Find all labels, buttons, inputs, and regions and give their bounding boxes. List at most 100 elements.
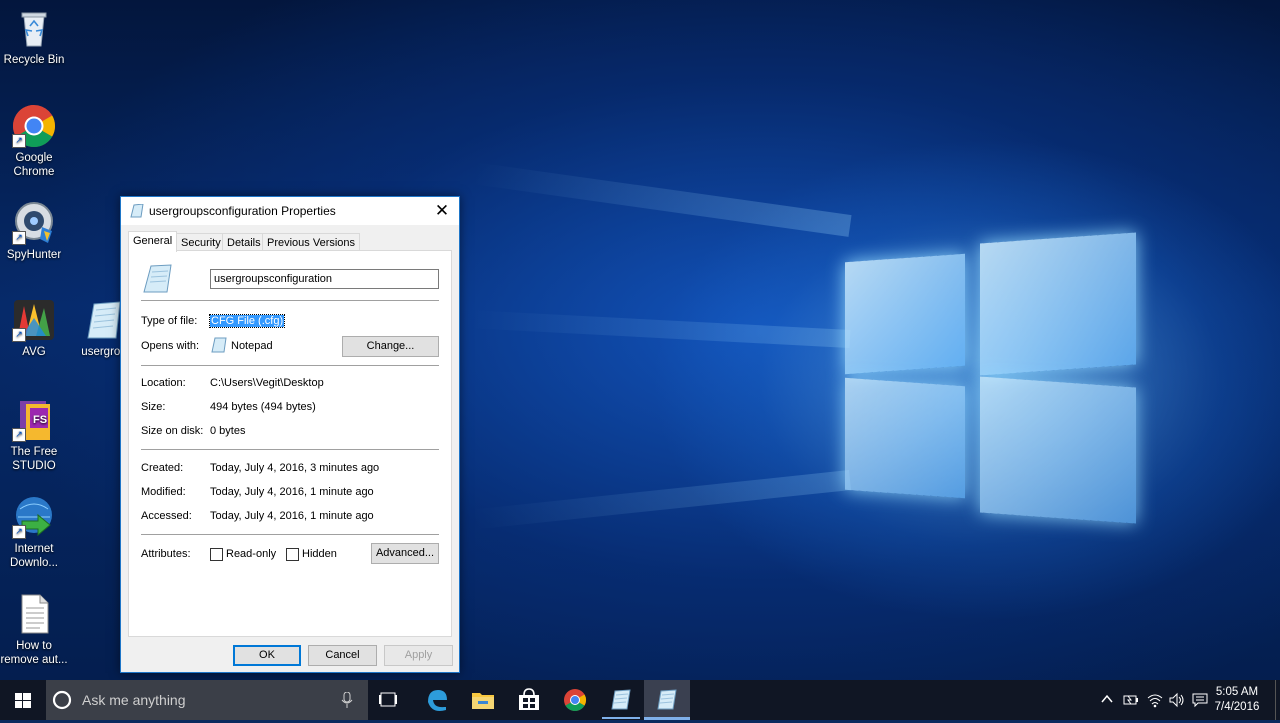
separator: [141, 365, 439, 366]
general-tab-panel: Type of file: CFG File (.cfg) Opens with…: [128, 250, 452, 637]
svg-text:FS: FS: [33, 414, 47, 426]
search-placeholder: Ask me anything: [82, 692, 186, 708]
logo-pane: [980, 232, 1136, 376]
separator: [141, 534, 439, 535]
read-only-checkbox[interactable]: [210, 548, 223, 561]
modified-label: Modified:: [141, 486, 186, 498]
type-of-file-value[interactable]: CFG File (.cfg): [208, 314, 286, 328]
shortcut-arrow-icon: ↗: [12, 525, 26, 539]
location-label: Location:: [141, 377, 186, 389]
taskbar-chrome[interactable]: [552, 680, 598, 720]
logo-pane: [845, 253, 965, 375]
taskbar-properties-window[interactable]: [644, 680, 690, 720]
shortcut-arrow-icon: ↗: [12, 134, 26, 148]
opens-with-value: Notepad: [231, 340, 273, 352]
dialog-titlebar[interactable]: usergroupsconfiguration Properties ✕: [121, 197, 459, 225]
ok-button[interactable]: OK: [233, 645, 301, 666]
hidden-checkbox[interactable]: [286, 548, 299, 561]
desktop-icon-label: SpyHunter: [6, 249, 62, 261]
edge-icon: [428, 690, 447, 711]
file-type-large-icon: [141, 264, 173, 297]
desktop-icon-the-free-studio[interactable]: FS ↗ The Free STUDIO: [0, 398, 68, 473]
wifi-icon[interactable]: [1146, 692, 1164, 711]
file-name-input[interactable]: [210, 269, 439, 289]
free-studio-icon: FS ↗: [12, 398, 56, 442]
battery-icon[interactable]: [1122, 692, 1140, 711]
close-icon: ✕: [434, 201, 450, 220]
start-button[interactable]: [0, 680, 46, 720]
attributes-label: Attributes:: [141, 548, 191, 560]
taskbar-store[interactable]: [506, 680, 552, 720]
desktop-icon-label: The Free STUDIO: [10, 446, 58, 472]
read-only-label[interactable]: Read-only: [226, 548, 276, 560]
advanced-button[interactable]: Advanced...: [371, 543, 439, 564]
taskbar-edge[interactable]: [414, 680, 460, 720]
type-of-file-label: Type of file:: [141, 315, 198, 327]
desktop-icon-spyhunter[interactable]: ↗ SpyHunter: [0, 201, 68, 262]
desktop-icon-avg[interactable]: ↗ AVG: [0, 298, 68, 359]
volume-icon[interactable]: [1168, 692, 1186, 711]
location-value: C:\Users\Vegit\Desktop: [210, 377, 324, 389]
logo-pane: [980, 376, 1136, 524]
desktop-icon-label: Recycle Bin: [3, 54, 65, 66]
taskbar-file-explorer[interactable]: [460, 680, 506, 720]
size-on-disk-label: Size on disk:: [141, 425, 204, 437]
shortcut-arrow-icon: ↗: [12, 231, 26, 245]
desktop-icon-how-to-remove[interactable]: How to remove aut...: [0, 592, 68, 667]
apply-button[interactable]: Apply: [384, 645, 453, 666]
modified-value: Today, July 4, 2016, 1 minute ago: [210, 486, 374, 498]
clock-date: 7/4/2016: [1214, 701, 1260, 713]
separator: [141, 449, 439, 450]
text-document-icon: [12, 592, 56, 636]
notepad-icon: [211, 337, 227, 356]
desktop-icon-label: Google Chrome: [13, 152, 55, 178]
store-icon: [519, 688, 539, 710]
created-value: Today, July 4, 2016, 3 minutes ago: [210, 462, 380, 474]
size-value: 494 bytes (494 bytes): [210, 401, 316, 413]
task-view-icon: [379, 692, 397, 707]
size-label: Size:: [141, 401, 166, 413]
spyhunter-icon: ↗: [12, 201, 56, 245]
dialog-title: usergroupsconfiguration Properties: [149, 204, 336, 218]
desktop-icon-recycle-bin[interactable]: Recycle Bin: [0, 6, 68, 67]
cortana-search-box[interactable]: Ask me anything: [46, 680, 368, 720]
cortana-circle-icon: [52, 690, 72, 710]
shortcut-arrow-icon: ↗: [12, 428, 26, 442]
taskbar-notepad[interactable]: [598, 680, 644, 720]
light-beam: [472, 162, 852, 237]
change-button[interactable]: Change...: [342, 336, 439, 357]
shortcut-arrow-icon: ↗: [12, 328, 26, 342]
taskbar: Ask me anything 5:05 AM 7/4/2016: [0, 680, 1280, 720]
accessed-label: Accessed:: [141, 510, 192, 522]
folder-icon: [472, 693, 494, 709]
size-on-disk-value: 0 bytes: [210, 425, 246, 437]
avg-icon: ↗: [12, 298, 56, 342]
desktop-icon-label: How to remove aut...: [0, 640, 68, 666]
tab-general[interactable]: General: [128, 231, 178, 252]
desktop-icon-google-chrome[interactable]: ↗ Google Chrome: [0, 104, 68, 179]
microphone-icon[interactable]: [341, 692, 353, 709]
close-button[interactable]: ✕: [425, 197, 459, 225]
desktop-icon-label: Internet Downlo...: [10, 543, 58, 569]
clock-time: 5:05 AM: [1215, 686, 1259, 698]
separator: [141, 300, 439, 301]
created-label: Created:: [141, 462, 184, 474]
chevron-up-icon[interactable]: [1100, 692, 1114, 709]
notifications-icon[interactable]: [1192, 692, 1208, 711]
cfg-file-icon: [657, 689, 677, 710]
task-view-button[interactable]: [368, 680, 412, 720]
opens-with-label: Opens with:: [141, 340, 200, 352]
accessed-value: Today, July 4, 2016, 1 minute ago: [210, 510, 374, 522]
idm-icon: ↗: [12, 495, 56, 539]
light-beam: [470, 310, 851, 348]
notepad-icon: [611, 689, 631, 710]
show-desktop-button[interactable]: [1275, 680, 1280, 720]
desktop-icon-internet-download-manager[interactable]: ↗ Internet Downlo...: [0, 495, 68, 570]
taskbar-clock[interactable]: 5:05 AM 7/4/2016: [1212, 685, 1262, 715]
hidden-label[interactable]: Hidden: [302, 548, 337, 560]
logo-pane: [845, 377, 965, 499]
recycle-bin-icon: [12, 6, 56, 50]
chrome-icon: [564, 689, 586, 711]
cfg-file-icon: [130, 203, 144, 221]
cancel-button[interactable]: Cancel: [308, 645, 377, 666]
